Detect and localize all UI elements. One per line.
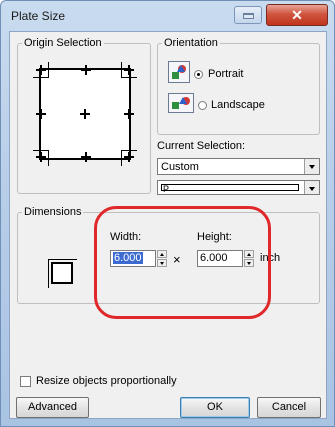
origin-point-bottom-center[interactable] <box>81 152 91 162</box>
close-button[interactable]: ✕ <box>266 4 328 26</box>
plate-size-dropdown[interactable]: Custom <box>157 158 320 175</box>
current-selection-label: Current Selection: <box>157 140 246 152</box>
plate-size-value: Custom <box>161 161 199 173</box>
origin-selector-diagram <box>33 62 137 166</box>
minimize-button[interactable] <box>234 6 262 24</box>
orientation-legend: Orientation <box>164 37 218 49</box>
highlight-annotation <box>94 206 271 319</box>
origin-point-top-right[interactable] <box>124 65 134 75</box>
resize-proportionally-checkbox[interactable] <box>20 376 31 387</box>
portrait-radio[interactable] <box>194 70 203 79</box>
cancel-button[interactable]: Cancel <box>257 397 321 418</box>
portrait-label[interactable]: Portrait <box>208 68 243 80</box>
landscape-orientation-icon <box>168 93 194 113</box>
close-icon: ✕ <box>291 7 303 23</box>
orientation-group: Orientation Portrait Landscape <box>157 37 320 135</box>
minimize-icon <box>243 13 254 19</box>
plate-subtype-field: P <box>161 184 299 194</box>
origin-point-center[interactable] <box>80 109 90 119</box>
ok-button[interactable]: OK <box>180 397 250 418</box>
landscape-label[interactable]: Landscape <box>211 99 265 111</box>
advanced-button[interactable]: Advanced <box>16 397 89 418</box>
chevron-down-icon[interactable] <box>304 159 319 174</box>
plate-subtype-value: P <box>163 184 170 194</box>
origin-point-top-center[interactable] <box>81 65 91 75</box>
chevron-down-icon[interactable] <box>304 181 319 194</box>
origin-point-middle-left[interactable] <box>36 109 46 119</box>
plate-size-dialog: Plate Size ✕ Origin Selection Orientatio… <box>0 0 335 427</box>
title-bar[interactable]: Plate Size ✕ <box>1 1 334 31</box>
landscape-radio[interactable] <box>198 101 207 110</box>
origin-point-bottom-left[interactable] <box>36 152 46 162</box>
window-title: Plate Size <box>11 9 66 23</box>
plate-size-icon <box>48 259 77 288</box>
origin-point-middle-right[interactable] <box>124 109 134 119</box>
origin-selection-legend: Origin Selection <box>24 37 102 49</box>
dimensions-legend: Dimensions <box>24 206 82 218</box>
portrait-orientation-icon <box>168 61 190 83</box>
origin-selection-group: Origin Selection <box>17 37 151 194</box>
resize-proportionally-label[interactable]: Resize objects proportionally <box>36 375 177 387</box>
plate-subtype-dropdown[interactable]: P <box>157 180 320 195</box>
origin-point-bottom-right[interactable] <box>124 152 134 162</box>
origin-point-top-left[interactable] <box>36 65 46 75</box>
